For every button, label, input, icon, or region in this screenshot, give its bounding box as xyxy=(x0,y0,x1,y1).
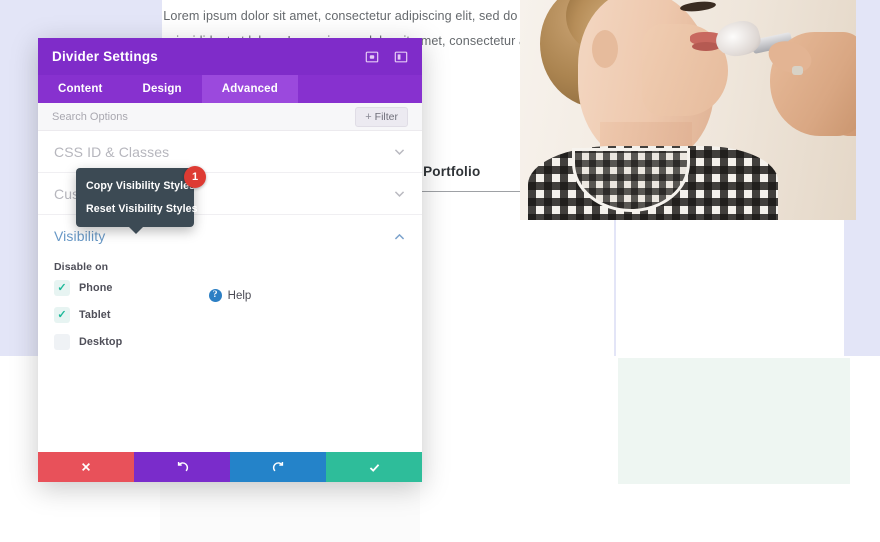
checkbox-desktop[interactable] xyxy=(54,334,70,350)
tooltip-arrow xyxy=(129,227,143,234)
x-icon xyxy=(80,461,92,473)
chevron-down-icon xyxy=(393,187,406,200)
background-mint-block xyxy=(618,358,850,484)
menu-item-reset-visibility-styles[interactable]: Reset Visibility Styles xyxy=(76,198,198,221)
menu-item-copy-visibility-styles[interactable]: Copy Visibility Styles xyxy=(76,175,195,198)
checkbox-row-tablet[interactable]: ✓ Tablet xyxy=(54,307,406,323)
search-input[interactable] xyxy=(52,110,356,123)
filter-button[interactable]: + Filter xyxy=(355,106,408,127)
visibility-title: Visibility xyxy=(54,228,106,244)
help-row[interactable]: ? Help xyxy=(38,289,422,302)
plus-icon: + xyxy=(365,110,372,123)
tab-content[interactable]: Content xyxy=(38,75,122,103)
modal-footer xyxy=(38,452,422,482)
chevron-up-icon xyxy=(393,230,406,243)
divider-settings-modal: Divider Settings Content Design Advanced xyxy=(38,38,422,482)
tab-design[interactable]: Design xyxy=(122,75,201,103)
visibility-section: Visibility Disable on ✓ Phone ✓ Tablet D… xyxy=(38,215,422,350)
chevron-down-icon xyxy=(393,145,406,158)
accordion-css-id-classes[interactable]: CSS ID & Classes xyxy=(38,131,422,173)
undo-icon xyxy=(176,461,189,474)
modal-tabs: Content Design Advanced xyxy=(38,75,422,103)
question-mark-icon: ? xyxy=(208,289,222,302)
check-icon: ✓ xyxy=(57,308,67,321)
redo-button[interactable] xyxy=(230,452,326,482)
search-options-row: +Filter xyxy=(38,103,422,131)
disable-on-label: Disable on xyxy=(54,261,109,273)
expand-icon[interactable] xyxy=(364,49,379,64)
help-label: Help xyxy=(227,289,252,302)
accordion-label: CSS ID & Classes xyxy=(54,143,170,160)
modal-header: Divider Settings xyxy=(38,38,422,75)
check-icon xyxy=(368,461,381,474)
checkbox-tablet[interactable]: ✓ xyxy=(54,307,70,323)
save-button[interactable] xyxy=(326,452,422,482)
portfolio-photo xyxy=(520,0,856,220)
visibility-context-menu: Copy Visibility Styles Reset Visibility … xyxy=(76,166,206,234)
photo-illustration xyxy=(520,0,856,220)
step-badge: 1 xyxy=(184,166,206,188)
filter-button-label: Filter xyxy=(374,110,398,123)
cancel-button[interactable] xyxy=(38,452,134,482)
checkbox-label-desktop: Desktop xyxy=(79,336,123,348)
redo-icon xyxy=(272,461,285,474)
modal-title: Divider Settings xyxy=(52,49,158,64)
layout-toggle-icon[interactable] xyxy=(393,49,408,64)
checkbox-label-tablet: Tablet xyxy=(79,309,111,321)
tab-advanced[interactable]: Advanced xyxy=(201,75,298,103)
modal-header-actions xyxy=(364,49,408,64)
checkbox-row-desktop[interactable]: Desktop xyxy=(54,334,406,350)
undo-button[interactable] xyxy=(134,452,230,482)
